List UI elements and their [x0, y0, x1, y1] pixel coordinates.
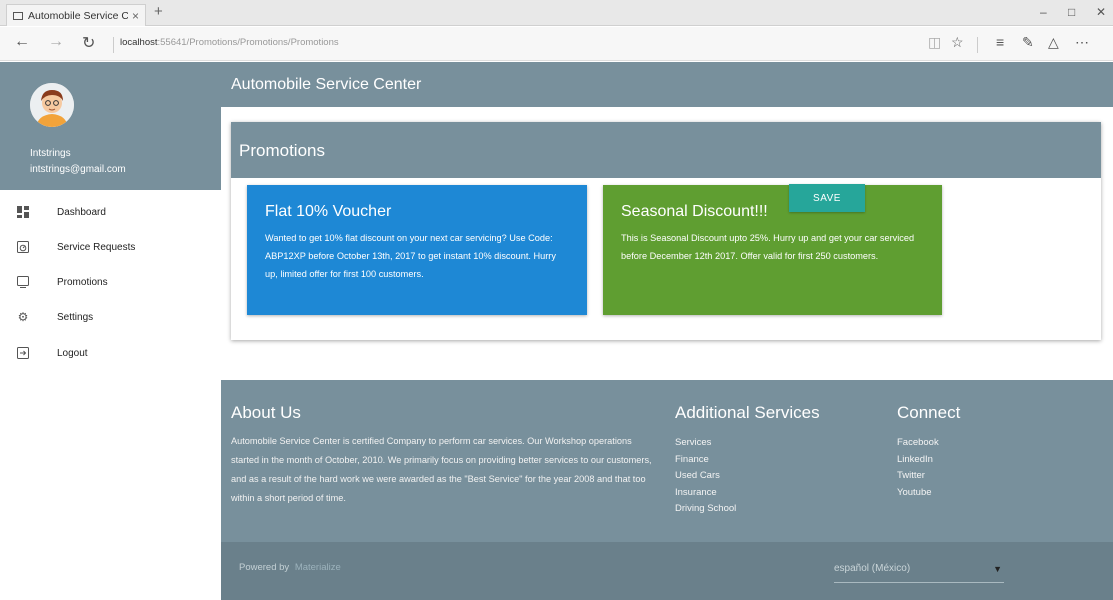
user-name: Intstrings	[30, 148, 71, 159]
powered-by: Powered by Materialize	[239, 562, 341, 573]
new-tab-icon[interactable]: +	[154, 3, 163, 20]
toolbar-separator	[977, 37, 978, 53]
minimize-icon[interactable]: –	[1040, 5, 1047, 19]
web-note-icon[interactable]: ✎	[1022, 34, 1034, 51]
promotions-title: Promotions	[239, 141, 325, 160]
save-button[interactable]: SAVE	[789, 184, 865, 212]
footer-link-finance[interactable]: Finance	[675, 452, 736, 469]
sidebar-item-promotions[interactable]: Promotions	[0, 270, 221, 294]
footer-bottom-bar: Powered by Materialize español (México) …	[221, 542, 1113, 600]
address-separator	[113, 37, 114, 53]
avatar-image	[30, 83, 74, 127]
sidebar-item-label: Promotions	[57, 276, 108, 288]
promotions-header: Promotions	[231, 122, 1101, 178]
url-field[interactable]: localhost:55641/Promotions/Promotions/Pr…	[120, 37, 339, 48]
promotion-card[interactable]: Seasonal Discount!!! This is Seasonal Di…	[603, 185, 942, 315]
window-close-icon[interactable]: ✕	[1096, 5, 1106, 19]
connect-list: Facebook LinkedIn Twitter Youtube	[897, 435, 939, 501]
forward-arrow-icon[interactable]: →	[48, 33, 64, 51]
sidebar-item-label: Dashboard	[57, 206, 106, 218]
favorite-star-icon[interactable]: ☆	[951, 34, 964, 51]
refresh-icon[interactable]: ↻	[82, 33, 95, 53]
promotions-icon	[16, 275, 30, 289]
user-profile: Intstrings intstrings@gmail.com	[0, 62, 221, 190]
page-title: Automobile Service Center	[231, 76, 422, 93]
url-host: localhost	[120, 37, 158, 48]
promotion-card-title: Seasonal Discount!!!	[621, 203, 768, 220]
browser-address-bar: ← → ↻ localhost:55641/Promotions/Promoti…	[0, 27, 1113, 61]
tab-page-icon	[13, 11, 23, 20]
footer-link-used-cars[interactable]: Used Cars	[675, 468, 736, 485]
powered-by-link[interactable]: Materialize	[295, 562, 341, 573]
footer-link-driving-school[interactable]: Driving School	[675, 501, 736, 518]
sidebar-item-service-requests[interactable]: Service Requests	[0, 235, 221, 259]
logout-icon	[16, 346, 30, 360]
tab-title: Automobile Service Cen	[28, 9, 128, 22]
connect-heading: Connect	[897, 403, 961, 422]
sidebar: Intstrings intstrings@gmail.com Dashboar…	[0, 62, 221, 600]
sidebar-item-label: Settings	[57, 311, 94, 323]
about-heading: About Us	[231, 403, 301, 422]
gear-icon: ⚙	[17, 310, 29, 324]
url-path: :55641/Promotions/Promotions/Promotions	[157, 37, 339, 48]
footer-link-youtube[interactable]: Youtube	[897, 485, 939, 502]
reading-view-icon[interactable]: ◫	[928, 34, 941, 51]
maximize-icon[interactable]: □	[1068, 5, 1075, 19]
about-text: Automobile Service Center is certified C…	[231, 436, 652, 503]
browser-tab-bar: Automobile Service Cen × + – □ ✕	[0, 0, 1113, 26]
footer-link-facebook[interactable]: Facebook	[897, 435, 939, 452]
language-value: español (México)	[834, 563, 911, 574]
promotions-panel: Promotions Flat 10% Voucher Wanted to ge…	[231, 122, 1101, 340]
footer-link-insurance[interactable]: Insurance	[675, 485, 736, 502]
promotion-card-title: Flat 10% Voucher	[265, 203, 392, 220]
back-arrow-icon[interactable]: ←	[14, 33, 30, 51]
sidebar-item-dashboard[interactable]: Dashboard	[0, 200, 221, 224]
footer-link-twitter[interactable]: Twitter	[897, 468, 939, 485]
dashboard-icon	[16, 205, 30, 219]
services-list: Services Finance Used Cars Insurance Dri…	[675, 435, 736, 518]
more-icon[interactable]: ⋯	[1075, 34, 1089, 51]
powered-by-label: Powered by	[239, 562, 290, 573]
dropdown-arrow-icon: ▼	[993, 564, 1002, 574]
footer-link-services[interactable]: Services	[675, 435, 736, 452]
hub-icon[interactable]: ≡	[996, 34, 1004, 50]
language-select[interactable]: español (México) ▼	[834, 561, 1004, 583]
promotion-card[interactable]: Flat 10% Voucher Wanted to get 10% flat …	[247, 185, 587, 315]
additional-services-heading: Additional Services	[675, 403, 820, 422]
user-email: intstrings@gmail.com	[30, 164, 126, 175]
sidebar-item-settings[interactable]: ⚙ Settings	[0, 305, 221, 329]
app-header: Automobile Service Center	[221, 62, 1113, 107]
sidebar-item-logout[interactable]: Logout	[0, 341, 221, 365]
share-icon[interactable]: △	[1048, 34, 1059, 51]
sidebar-item-label: Logout	[57, 347, 88, 359]
avatar[interactable]	[30, 83, 74, 127]
promotion-card-text: Wanted to get 10% flat discount on your …	[265, 233, 556, 279]
footer-link-linkedin[interactable]: LinkedIn	[897, 452, 939, 469]
sidebar-item-label: Service Requests	[57, 241, 136, 253]
service-requests-icon	[16, 240, 30, 254]
promotion-card-text: This is Seasonal Discount upto 25%. Hurr…	[621, 233, 915, 261]
footer: About Us Automobile Service Center is ce…	[221, 380, 1113, 600]
browser-tab[interactable]: Automobile Service Cen ×	[6, 4, 146, 26]
tab-close-icon[interactable]: ×	[132, 9, 139, 23]
